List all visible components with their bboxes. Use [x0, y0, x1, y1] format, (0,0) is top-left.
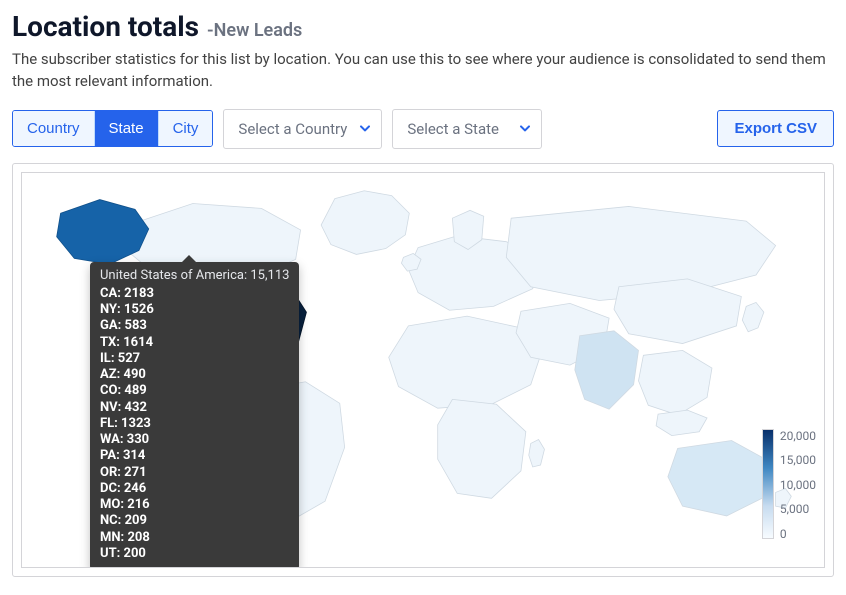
tooltip-row: NV: 432 — [100, 400, 289, 416]
tooltip-row: WA: 330 — [100, 432, 289, 448]
map-card: United States of America: 15,113 CA: 218… — [12, 163, 834, 577]
tooltip-row: NC: 209 — [100, 513, 289, 529]
tooltip-row: FL: 1323 — [100, 416, 289, 432]
tooltip-row: OR: 271 — [100, 465, 289, 481]
tooltip-row: GA: 583 — [100, 318, 289, 334]
tooltip-row: CA: 2183 — [100, 286, 289, 302]
legend-tick: 0 — [780, 527, 816, 541]
tooltip-row: NY: 1526 — [100, 302, 289, 318]
map-tooltip: United States of America: 15,113 CA: 218… — [90, 262, 299, 568]
tab-country[interactable]: Country — [13, 111, 95, 146]
controls-row: Country State City Select a Country Sele… — [12, 109, 834, 149]
tooltip-row: TX: 1614 — [100, 335, 289, 351]
page-description: The subscriber statistics for this list … — [12, 49, 834, 93]
tooltip-row: UT: 200 — [100, 546, 289, 562]
country-select-placeholder: Select a Country — [238, 120, 347, 138]
chevron-down-icon — [519, 122, 531, 134]
page-title-row: Location totals -New Leads — [12, 10, 834, 43]
tooltip-row: MO: 216 — [100, 497, 289, 513]
chevron-down-icon — [359, 122, 371, 134]
legend-labels: 20,000 15,000 10,000 5,000 0 — [780, 429, 816, 541]
country-select[interactable]: Select a Country — [223, 109, 382, 149]
tooltip-row: PA: 314 — [100, 448, 289, 464]
tooltip-row: CO: 489 — [100, 383, 289, 399]
map-container[interactable]: United States of America: 15,113 CA: 218… — [21, 172, 825, 568]
tooltip-row: MN: 208 — [100, 530, 289, 546]
legend-tick: 20,000 — [780, 429, 816, 443]
state-select[interactable]: Select a State — [392, 109, 542, 149]
page-title: Location totals — [12, 10, 199, 43]
tooltip-row: IL: 527 — [100, 351, 289, 367]
legend-gradient — [762, 429, 774, 539]
state-select-placeholder: Select a State — [407, 120, 499, 138]
tooltip-row: DC: 246 — [100, 481, 289, 497]
export-csv-button[interactable]: Export CSV — [717, 110, 834, 147]
list-subtitle: -New Leads — [207, 20, 302, 41]
tooltip-row: AZ: 490 — [100, 367, 289, 383]
legend-tick: 15,000 — [780, 453, 816, 467]
color-legend: 20,000 15,000 10,000 5,000 0 — [762, 429, 816, 541]
legend-tick: 5,000 — [780, 502, 816, 516]
tab-state[interactable]: State — [95, 111, 159, 146]
tab-city[interactable]: City — [159, 111, 213, 146]
tooltip-header: United States of America: 15,113 — [100, 268, 289, 284]
view-toggle-group: Country State City — [12, 110, 213, 147]
legend-tick: 10,000 — [780, 478, 816, 492]
